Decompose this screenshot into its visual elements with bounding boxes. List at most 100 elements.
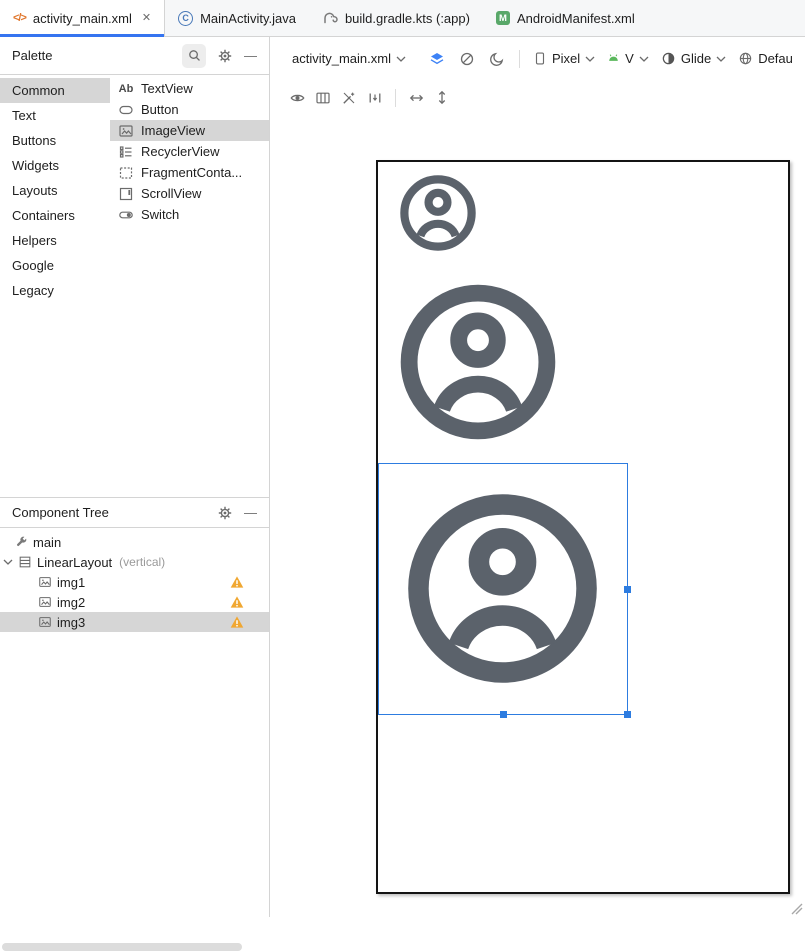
tab-label: AndroidManifest.xml (516, 10, 635, 26)
imageview-img1[interactable] (397, 172, 479, 254)
api-selector-dropdown[interactable]: V (601, 46, 655, 72)
android-studio-layout-editor: { "icons": { "close": "✕", "minimize": "… (0, 0, 805, 951)
layout-orientation-label: (vertical) (119, 555, 166, 569)
category-common[interactable]: Common (0, 78, 110, 103)
magic-wand-off-icon (343, 92, 355, 104)
selection-box[interactable] (378, 463, 631, 718)
vertical-arrow-icon (438, 90, 446, 105)
tab-label: build.gradle.kts (:app) (344, 10, 470, 26)
columns-icon (316, 92, 330, 103)
toolbar-separator (395, 88, 396, 107)
fragmentcontainer-icon (119, 166, 133, 179)
palette-search-button[interactable] (182, 43, 206, 68)
palette-categories: Common Text Buttons Widgets Layouts Cont… (0, 75, 110, 497)
resize-handle-bottom-right[interactable] (624, 711, 631, 718)
category-containers[interactable]: Containers (0, 203, 110, 228)
category-helpers[interactable]: Helpers (0, 228, 110, 253)
component-fragmentcontainerview[interactable]: FragmentConta... (110, 162, 269, 183)
component-button[interactable]: Button (110, 99, 269, 120)
minimize-icon[interactable]: — (244, 49, 257, 62)
theme-selector-dropdown[interactable]: Glide (655, 46, 732, 72)
gear-icon[interactable] (217, 505, 233, 521)
minimize-icon[interactable]: — (244, 506, 257, 519)
autoconnect-off-button[interactable] (336, 86, 362, 110)
close-icon[interactable]: ✕ (142, 12, 151, 24)
phone-icon (535, 52, 545, 65)
component-switch[interactable]: Switch (110, 204, 269, 225)
category-text[interactable]: Text (0, 103, 110, 128)
design-toolbar: activity_main.xml Pixel V Glide Defau (270, 37, 805, 80)
category-legacy[interactable]: Legacy (0, 278, 110, 303)
imageview-icon (38, 615, 52, 629)
warning-icon[interactable] (230, 575, 244, 589)
component-tree-title: Component Tree (12, 505, 109, 520)
resize-grip-icon[interactable] (791, 903, 803, 915)
category-layouts[interactable]: Layouts (0, 178, 110, 203)
horizontal-arrow-icon (409, 94, 423, 101)
chevron-down-icon[interactable] (3, 559, 13, 565)
tab-activity-main-xml[interactable]: </> activity_main.xml ✕ (0, 0, 166, 37)
textview-icon: Ab (118, 82, 134, 95)
category-google[interactable]: Google (0, 253, 110, 278)
design-mode-button[interactable] (422, 46, 452, 72)
default-margins-button[interactable] (362, 86, 388, 110)
tree-item-img3[interactable]: img3 (0, 612, 269, 632)
recyclerview-icon (119, 145, 132, 158)
imageview-img2[interactable] (394, 278, 562, 446)
chevron-down-icon (639, 56, 649, 62)
locale-selector-dropdown[interactable]: Defau (732, 46, 799, 72)
globe-icon (739, 52, 752, 65)
category-buttons[interactable]: Buttons (0, 128, 110, 153)
wrench-icon (16, 536, 27, 547)
tree-item-linearlayout[interactable]: LinearLayout (vertical) (0, 552, 269, 572)
margins-icon (369, 93, 381, 102)
chevron-down-icon (396, 56, 406, 62)
palette-components: Ab TextView Button ImageView RecyclerVie… (110, 75, 269, 497)
xml-file-icon: </> (13, 12, 27, 24)
half-circle-icon (662, 52, 675, 65)
android-head-icon (609, 54, 619, 61)
component-tree: main LinearLayout (vertical) img1 img2 i… (0, 528, 269, 632)
expand-vertically-button[interactable] (429, 86, 455, 110)
file-selector-dropdown[interactable]: activity_main.xml (286, 46, 412, 72)
component-tree-header: Component Tree — (0, 498, 269, 528)
resize-handle-bottom[interactable] (499, 711, 507, 718)
tree-item-main[interactable]: main (0, 532, 269, 552)
night-mode-button[interactable] (482, 46, 512, 72)
blueprint-disabled-button[interactable] (452, 46, 482, 72)
scrollview-icon (119, 187, 133, 200)
resize-handle-right[interactable] (624, 585, 631, 593)
view-options-button[interactable] (284, 86, 310, 110)
component-textview[interactable]: Ab TextView (110, 78, 269, 99)
tree-item-img1[interactable]: img1 (0, 572, 269, 592)
layers-icon (430, 52, 444, 64)
imageview-icon (38, 575, 52, 589)
component-scrollview[interactable]: ScrollView (110, 183, 269, 204)
button-icon (119, 105, 133, 114)
tab-mainactivity-java[interactable]: C MainActivity.java (165, 0, 309, 36)
warning-icon[interactable] (230, 615, 244, 629)
java-class-icon: C (178, 10, 194, 26)
expand-horizontally-button[interactable] (403, 86, 429, 110)
tree-item-img2[interactable]: img2 (0, 592, 269, 612)
imageview-icon (118, 123, 134, 139)
chevron-down-icon (585, 56, 595, 62)
linearlayout-icon (19, 556, 31, 568)
eye-icon (290, 94, 304, 101)
tab-build-gradle[interactable]: build.gradle.kts (:app) (309, 0, 483, 36)
tab-androidmanifest-xml[interactable]: M AndroidManifest.xml (483, 0, 648, 36)
category-widgets[interactable]: Widgets (0, 153, 110, 178)
component-imageview[interactable]: ImageView (110, 120, 269, 141)
chevron-down-icon (716, 56, 726, 62)
component-recyclerview[interactable]: RecyclerView (110, 141, 269, 162)
guidelines-button[interactable] (310, 86, 336, 110)
switch-icon (119, 211, 133, 218)
tab-label: activity_main.xml (32, 10, 132, 26)
toolbar-separator (518, 49, 520, 68)
gear-icon[interactable] (217, 48, 233, 64)
horizontal-scrollbar[interactable] (2, 943, 242, 951)
device-selector-dropdown[interactable]: Pixel (527, 46, 601, 72)
manifest-file-icon: M (495, 11, 510, 25)
warning-icon[interactable] (230, 595, 244, 609)
device-screen-preview[interactable] (376, 160, 790, 894)
